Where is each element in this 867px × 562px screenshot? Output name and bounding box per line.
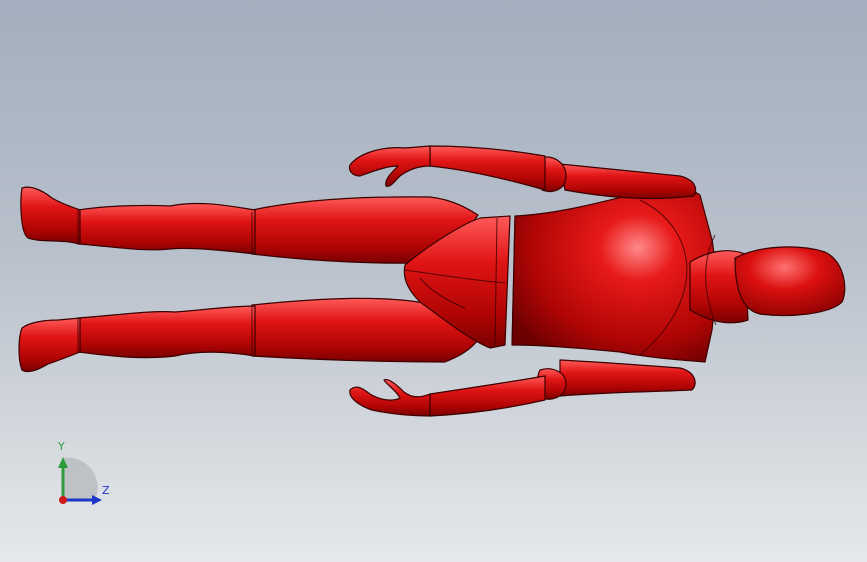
lower-forearm [429, 375, 546, 417]
head [734, 246, 846, 317]
orientation-triad: Y Z [40, 438, 130, 518]
z-axis-label: Z [102, 484, 110, 497]
triad-axes-icon [58, 457, 102, 505]
graphics-viewport[interactable]: Y Z [0, 0, 867, 562]
upper-forearm [429, 145, 546, 191]
upper-hand [348, 145, 431, 187]
mannequin-model[interactable] [0, 0, 867, 562]
lower-foot [18, 317, 81, 373]
lower-hand [349, 379, 431, 417]
upper-shin [77, 202, 256, 255]
lower-shin [77, 305, 256, 359]
y-axis-label: Y [58, 440, 65, 453]
upper-foot [20, 186, 81, 245]
lower-upperarm [559, 359, 696, 397]
torso [511, 185, 716, 363]
upper-upperarm [559, 163, 697, 200]
